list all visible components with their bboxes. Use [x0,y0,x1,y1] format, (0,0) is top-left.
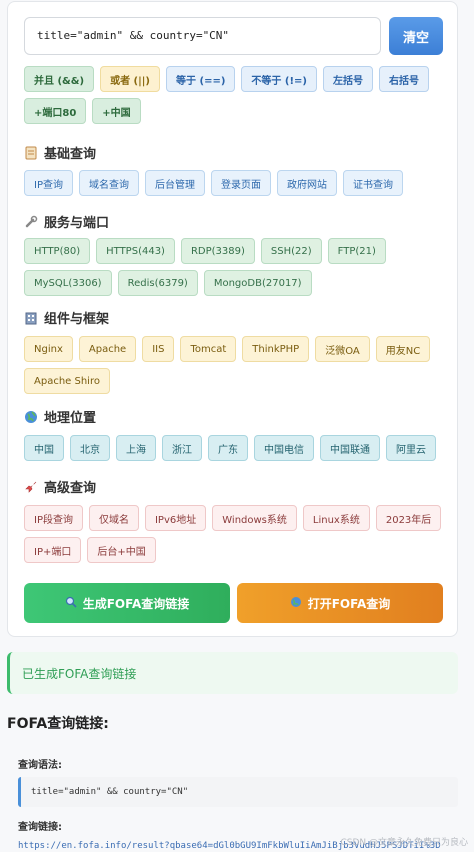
tag-aliyun[interactable]: 阿里云 [386,435,436,461]
tag-ip-port[interactable]: IP+端口 [24,537,82,563]
building-icon [24,311,38,325]
section-service-title: 服务与端口 [24,212,109,231]
tag-apache-shiro[interactable]: Apache Shiro [24,368,110,394]
tag-ssh[interactable]: SSH(22) [260,238,322,264]
tag-mongodb[interactable]: MongoDB(27017) [203,270,312,296]
op-equal-button[interactable]: 等于 (==) [166,66,236,92]
generate-link-button[interactable]: 生成FOFA查询链接 [24,583,230,623]
rocket-icon [24,480,38,494]
query-input[interactable]: title="admin" && country="CN" [24,17,381,55]
section-basic-title: 基础查询 [24,143,96,162]
section-advanced-title: 高级查询 [24,477,96,496]
tag-after-2023[interactable]: 2023年后 [375,505,442,531]
open-fofa-label: 打开FOFA查询 [307,596,391,611]
tag-domain-only[interactable]: 仅域名 [88,505,139,531]
tag-zhejiang[interactable]: 浙江 [162,435,202,461]
op-or-button[interactable]: 或者 (||) [100,66,161,92]
tag-mysql[interactable]: MySQL(3306) [24,270,112,296]
link-label: 查询链接: [18,822,62,833]
tag-login-page[interactable]: 登录页面 [210,170,271,196]
query-builder-card: title="admin" && country="CN" 清空 并且 (&&)… [7,1,458,637]
generate-link-label: 生成FOFA查询链接 [82,596,190,611]
geo-row: 中国 北京 上海 浙江 广东 中国电信 中国联通 阿里云 [24,435,449,461]
tag-nginx[interactable]: Nginx [24,336,73,362]
tag-weaver-oa[interactable]: 泛微OA [315,336,370,362]
tag-ftp[interactable]: FTP(21) [327,238,386,264]
memo-icon [24,146,38,160]
tag-tomcat[interactable]: Tomcat [180,336,237,362]
tag-iis[interactable]: IIS [142,336,175,362]
globe-icon [24,410,38,424]
tag-linux[interactable]: Linux系统 [302,505,370,531]
tag-thinkphp[interactable]: ThinkPHP [242,336,310,362]
op-left-paren-button[interactable]: 左括号 [322,66,373,92]
op-and-button[interactable]: 并且 (&&) [24,66,95,92]
advanced-row: IP段查询 仅域名 IPv6地址 Windows系统 Linux系统 2023年… [24,505,449,563]
tag-ip-query[interactable]: IP查询 [24,170,73,196]
tag-rdp[interactable]: RDP(3389) [180,238,255,264]
clear-button[interactable]: 清空 [389,17,443,55]
op-port80-button[interactable]: +端口80 [24,98,87,124]
result-title: FOFA查询链接: [7,716,109,732]
globe-icon [290,596,302,611]
basic-query-row: IP查询 域名查询 后台管理 登录页面 政府网站 证书查询 [24,170,449,196]
tag-cert-query[interactable]: 证书查询 [342,170,403,196]
tag-redis[interactable]: Redis(6379) [117,270,198,296]
tag-ipv6[interactable]: IPv6地址 [144,505,207,531]
operator-row: 并且 (&&) 或者 (||) 等于 (==) 不等于 (!=) 左括号 右括号… [24,66,449,124]
tag-beijing[interactable]: 北京 [70,435,110,461]
op-china-button[interactable]: +中国 [92,98,141,124]
magnifier-icon [65,596,77,611]
service-port-row: HTTP(80) HTTPS(443) RDP(3389) SSH(22) FT… [24,238,449,296]
tag-shanghai[interactable]: 上海 [116,435,156,461]
tag-china-telecom[interactable]: 中国电信 [254,435,314,461]
tag-apache[interactable]: Apache [78,336,137,362]
open-fofa-button[interactable]: 打开FOFA查询 [237,583,443,623]
tag-https[interactable]: HTTPS(443) [96,238,175,264]
tag-guangdong[interactable]: 广东 [208,435,248,461]
success-notice: 已生成FOFA查询链接 [7,652,458,694]
tag-ip-range[interactable]: IP段查询 [24,505,83,531]
wrench-icon [24,215,38,229]
syntax-code: title="admin" && country="CN" [18,777,458,807]
tag-http[interactable]: HTTP(80) [24,238,91,264]
framework-row: Nginx Apache IIS Tomcat ThinkPHP 泛微OA 用友… [24,336,449,394]
syntax-label: 查询语法: [18,760,62,771]
tag-yonyou-nc[interactable]: 用友NC [375,336,431,362]
tag-admin-panel[interactable]: 后台管理 [144,170,205,196]
watermark: CSDN @文章永久免费只为良心 [340,838,468,848]
section-geo-title: 地理位置 [24,407,96,426]
op-not-equal-button[interactable]: 不等于 (!=) [241,66,317,92]
tag-gov-site[interactable]: 政府网站 [276,170,337,196]
op-right-paren-button[interactable]: 右括号 [378,66,429,92]
section-framework-title: 组件与框架 [24,308,109,327]
tag-china[interactable]: 中国 [24,435,64,461]
tag-china-unicom[interactable]: 中国联通 [320,435,380,461]
tag-domain-query[interactable]: 域名查询 [78,170,139,196]
tag-windows[interactable]: Windows系统 [212,505,297,531]
tag-admin-china[interactable]: 后台+中国 [87,537,156,563]
